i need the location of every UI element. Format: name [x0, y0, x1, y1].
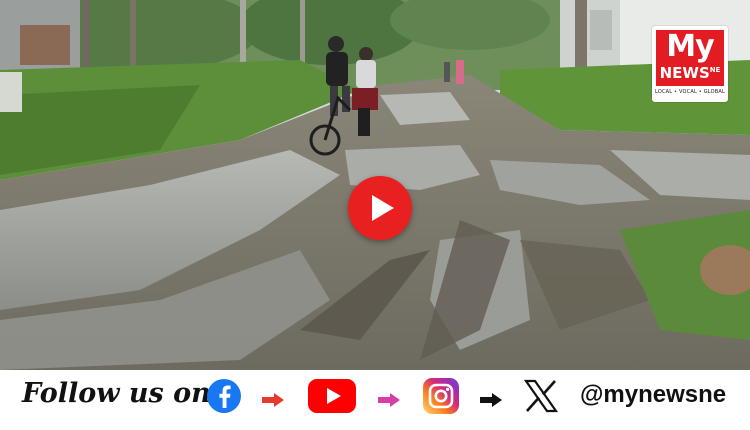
video-thumbnail[interactable]: My NEWSNE LOCAL • VOCAL • GLOBAL	[0, 0, 750, 370]
play-icon	[372, 195, 394, 221]
arrow-icon-1	[262, 392, 284, 411]
logo-tagline: LOCAL • VOCAL • GLOBAL	[655, 89, 725, 95]
social-footer: Follow us on @mynewsne	[0, 370, 750, 430]
x-icon[interactable]	[523, 379, 559, 413]
play-button[interactable]	[348, 176, 412, 240]
follow-us-text: Follow us on	[22, 378, 211, 409]
logo-news-text: NEWS	[659, 64, 710, 82]
youtube-icon[interactable]	[308, 379, 356, 413]
logo-region-mark: NE	[709, 66, 721, 74]
logo-wordmark-my: My	[666, 29, 714, 64]
logo-red-block: My NEWSNE	[656, 30, 724, 86]
arrow-icon-3	[480, 392, 502, 411]
arrow-icon-2	[378, 392, 400, 411]
social-handle[interactable]: @mynewsne	[580, 381, 726, 409]
instagram-icon[interactable]	[423, 378, 459, 414]
mynews-logo: My NEWSNE LOCAL • VOCAL • GLOBAL	[652, 26, 728, 102]
logo-wordmark-news: NEWSNE	[656, 60, 724, 83]
facebook-icon[interactable]	[206, 378, 242, 414]
